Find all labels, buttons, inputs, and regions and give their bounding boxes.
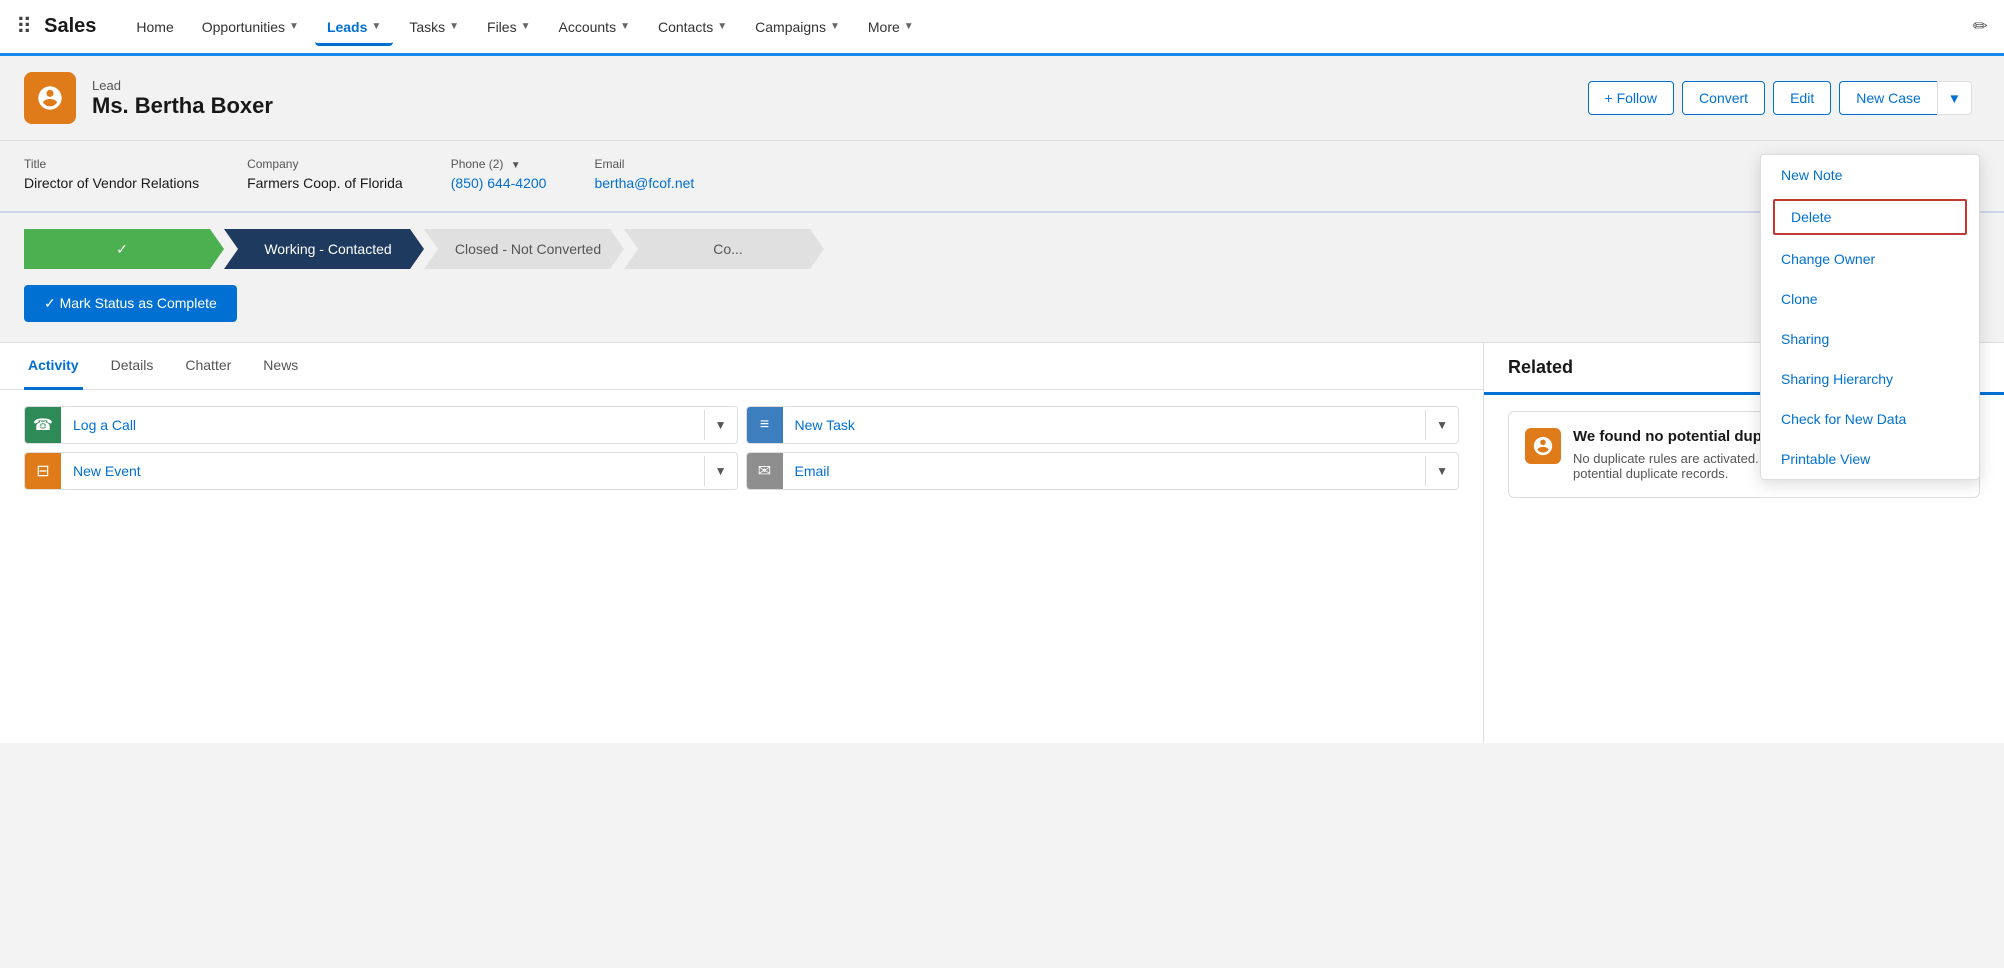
chevron-down-icon: ▼ bbox=[521, 21, 531, 32]
email-label: Email bbox=[594, 157, 694, 171]
follow-button[interactable]: + Follow bbox=[1588, 81, 1675, 115]
activity-button-new-event[interactable]: ⊟ New Event ▼ bbox=[24, 452, 738, 490]
dropdown-item-clone[interactable]: Clone bbox=[1761, 279, 1979, 319]
nav-item-home[interactable]: Home bbox=[124, 11, 185, 43]
log-a-call-icon: ☎ bbox=[25, 407, 61, 443]
chevron-down-icon: ▼ bbox=[717, 21, 727, 32]
title-label: Title bbox=[24, 157, 199, 171]
company-value: Farmers Coop. of Florida bbox=[247, 175, 403, 191]
nav-item-tasks[interactable]: Tasks ▼ bbox=[397, 11, 471, 43]
chevron-down-icon: ▼ bbox=[449, 21, 459, 32]
record-header: Lead Ms. Bertha Boxer + Follow Convert E… bbox=[0, 56, 2004, 141]
chevron-down-icon: ▼ bbox=[830, 21, 840, 32]
new-event-label: New Event bbox=[61, 455, 704, 487]
duplicate-icon bbox=[1525, 428, 1561, 464]
status-step-0[interactable]: ✓ bbox=[24, 229, 224, 269]
nav-item-leads[interactable]: Leads ▼ bbox=[315, 11, 393, 46]
nav-item-campaigns[interactable]: Campaigns ▼ bbox=[743, 11, 852, 43]
record-info: Lead Ms. Bertha Boxer bbox=[92, 78, 273, 119]
nav-item-opportunities[interactable]: Opportunities ▼ bbox=[190, 11, 311, 43]
dropdown-item-new-note[interactable]: New Note bbox=[1761, 155, 1979, 195]
record-type-label: Lead bbox=[92, 78, 273, 93]
email-field: Email bertha@fcof.net bbox=[594, 157, 694, 191]
nav-item-contacts[interactable]: Contacts ▼ bbox=[646, 11, 739, 43]
chevron-down-icon[interactable]: ▼ bbox=[1425, 456, 1458, 486]
chevron-down-icon[interactable]: ▼ bbox=[1425, 410, 1458, 440]
left-tabs: Activity Details Chatter News bbox=[0, 343, 1483, 390]
email-value[interactable]: bertha@fcof.net bbox=[594, 175, 694, 191]
record-icon bbox=[24, 72, 76, 124]
company-field: Company Farmers Coop. of Florida bbox=[247, 157, 403, 191]
record-header-left: Lead Ms. Bertha Boxer bbox=[24, 72, 273, 124]
phone-dropdown-icon[interactable]: ▼ bbox=[511, 160, 521, 171]
nav-items: HomeOpportunities ▼Leads ▼Tasks ▼Files ▼… bbox=[124, 11, 1965, 43]
chevron-down-icon[interactable]: ▼ bbox=[704, 456, 737, 486]
navbar: ⠿ Sales HomeOpportunities ▼Leads ▼Tasks … bbox=[0, 0, 2004, 56]
dropdown-item-printable-view[interactable]: Printable View bbox=[1761, 439, 1979, 479]
status-step-1[interactable]: Working - Contacted bbox=[224, 229, 424, 269]
main-content: Activity Details Chatter News ☎ Log a Call … bbox=[0, 343, 2004, 743]
dropdown-item-delete[interactable]: Delete bbox=[1773, 199, 1967, 235]
email-icon: ✉ bbox=[747, 453, 783, 489]
status-step-2[interactable]: Closed - Not Converted bbox=[424, 229, 624, 269]
nav-right: ✏ bbox=[1965, 16, 1988, 37]
activity-button-email[interactable]: ✉ Email ▼ bbox=[746, 452, 1460, 490]
new-task-icon: ≡ bbox=[747, 407, 783, 443]
status-pipeline: ✓Working - ContactedClosed - Not Convert… bbox=[24, 229, 1980, 269]
left-panel: Activity Details Chatter News ☎ Log a Call … bbox=[0, 343, 1484, 743]
activity-buttons: ☎ Log a Call ▼ ≡ New Task ▼ ⊟ New Event … bbox=[0, 390, 1483, 506]
activity-button-new-task[interactable]: ≡ New Task ▼ bbox=[746, 406, 1460, 444]
dropdown-item-check-for-new-data[interactable]: Check for New Data bbox=[1761, 399, 1979, 439]
new-event-icon: ⊟ bbox=[25, 453, 61, 489]
new-case-dropdown[interactable]: ▼ bbox=[1937, 81, 1972, 115]
app-grid-icon[interactable]: ⠿ bbox=[16, 14, 32, 40]
new-case-button[interactable]: New Case bbox=[1839, 81, 1937, 115]
tab-details[interactable]: Details bbox=[107, 343, 158, 390]
record-actions: + Follow Convert Edit New Case ▼ New Not… bbox=[1588, 81, 1980, 115]
nav-item-files[interactable]: Files ▼ bbox=[475, 11, 542, 43]
mark-complete-button[interactable]: ✓ Mark Status as Complete bbox=[24, 285, 237, 322]
status-section: ✓Working - ContactedClosed - Not Convert… bbox=[0, 213, 2004, 343]
chevron-down-icon[interactable]: ▼ bbox=[704, 410, 737, 440]
dropdown-item-sharing-hierarchy[interactable]: Sharing Hierarchy bbox=[1761, 359, 1979, 399]
record-name: Ms. Bertha Boxer bbox=[92, 93, 273, 119]
title-value: Director of Vendor Relations bbox=[24, 175, 199, 191]
tab-news[interactable]: News bbox=[259, 343, 302, 390]
phone-value[interactable]: (850) 644-4200 bbox=[451, 175, 547, 191]
activity-button-log-a-call[interactable]: ☎ Log a Call ▼ bbox=[24, 406, 738, 444]
convert-button[interactable]: Convert bbox=[1682, 81, 1765, 115]
edit-button[interactable]: Edit bbox=[1773, 81, 1831, 115]
company-label: Company bbox=[247, 157, 403, 171]
new-case-group: New Case ▼ bbox=[1839, 81, 1972, 115]
tab-activity[interactable]: Activity bbox=[24, 343, 83, 390]
dropdown-item-change-owner[interactable]: Change Owner bbox=[1761, 239, 1979, 279]
chevron-down-icon: ▼ bbox=[371, 21, 381, 32]
chevron-down-icon: ▼ bbox=[620, 21, 630, 32]
nav-item-more[interactable]: More ▼ bbox=[856, 11, 926, 43]
dropdown-item-sharing[interactable]: Sharing bbox=[1761, 319, 1979, 359]
actions-dropdown-menu: New Note Delete Change OwnerCloneSharingSh… bbox=[1760, 154, 1980, 480]
chevron-down-icon: ▼ bbox=[904, 21, 914, 32]
tab-chatter[interactable]: Chatter bbox=[181, 343, 235, 390]
new-task-label: New Task bbox=[783, 409, 1426, 441]
email-label: Email bbox=[783, 455, 1426, 487]
edit-icon[interactable]: ✏ bbox=[1973, 16, 1988, 37]
title-field: Title Director of Vendor Relations bbox=[24, 157, 199, 191]
phone-label: Phone (2) ▼ bbox=[451, 157, 547, 171]
status-step-3[interactable]: Co... bbox=[624, 229, 824, 269]
log-a-call-label: Log a Call bbox=[61, 409, 704, 441]
app-name: Sales bbox=[44, 15, 96, 38]
record-fields: Title Director of Vendor Relations Compa… bbox=[0, 141, 2004, 213]
nav-item-accounts[interactable]: Accounts ▼ bbox=[546, 11, 642, 43]
phone-field: Phone (2) ▼ (850) 644-4200 bbox=[451, 157, 547, 191]
chevron-down-icon: ▼ bbox=[289, 21, 299, 32]
